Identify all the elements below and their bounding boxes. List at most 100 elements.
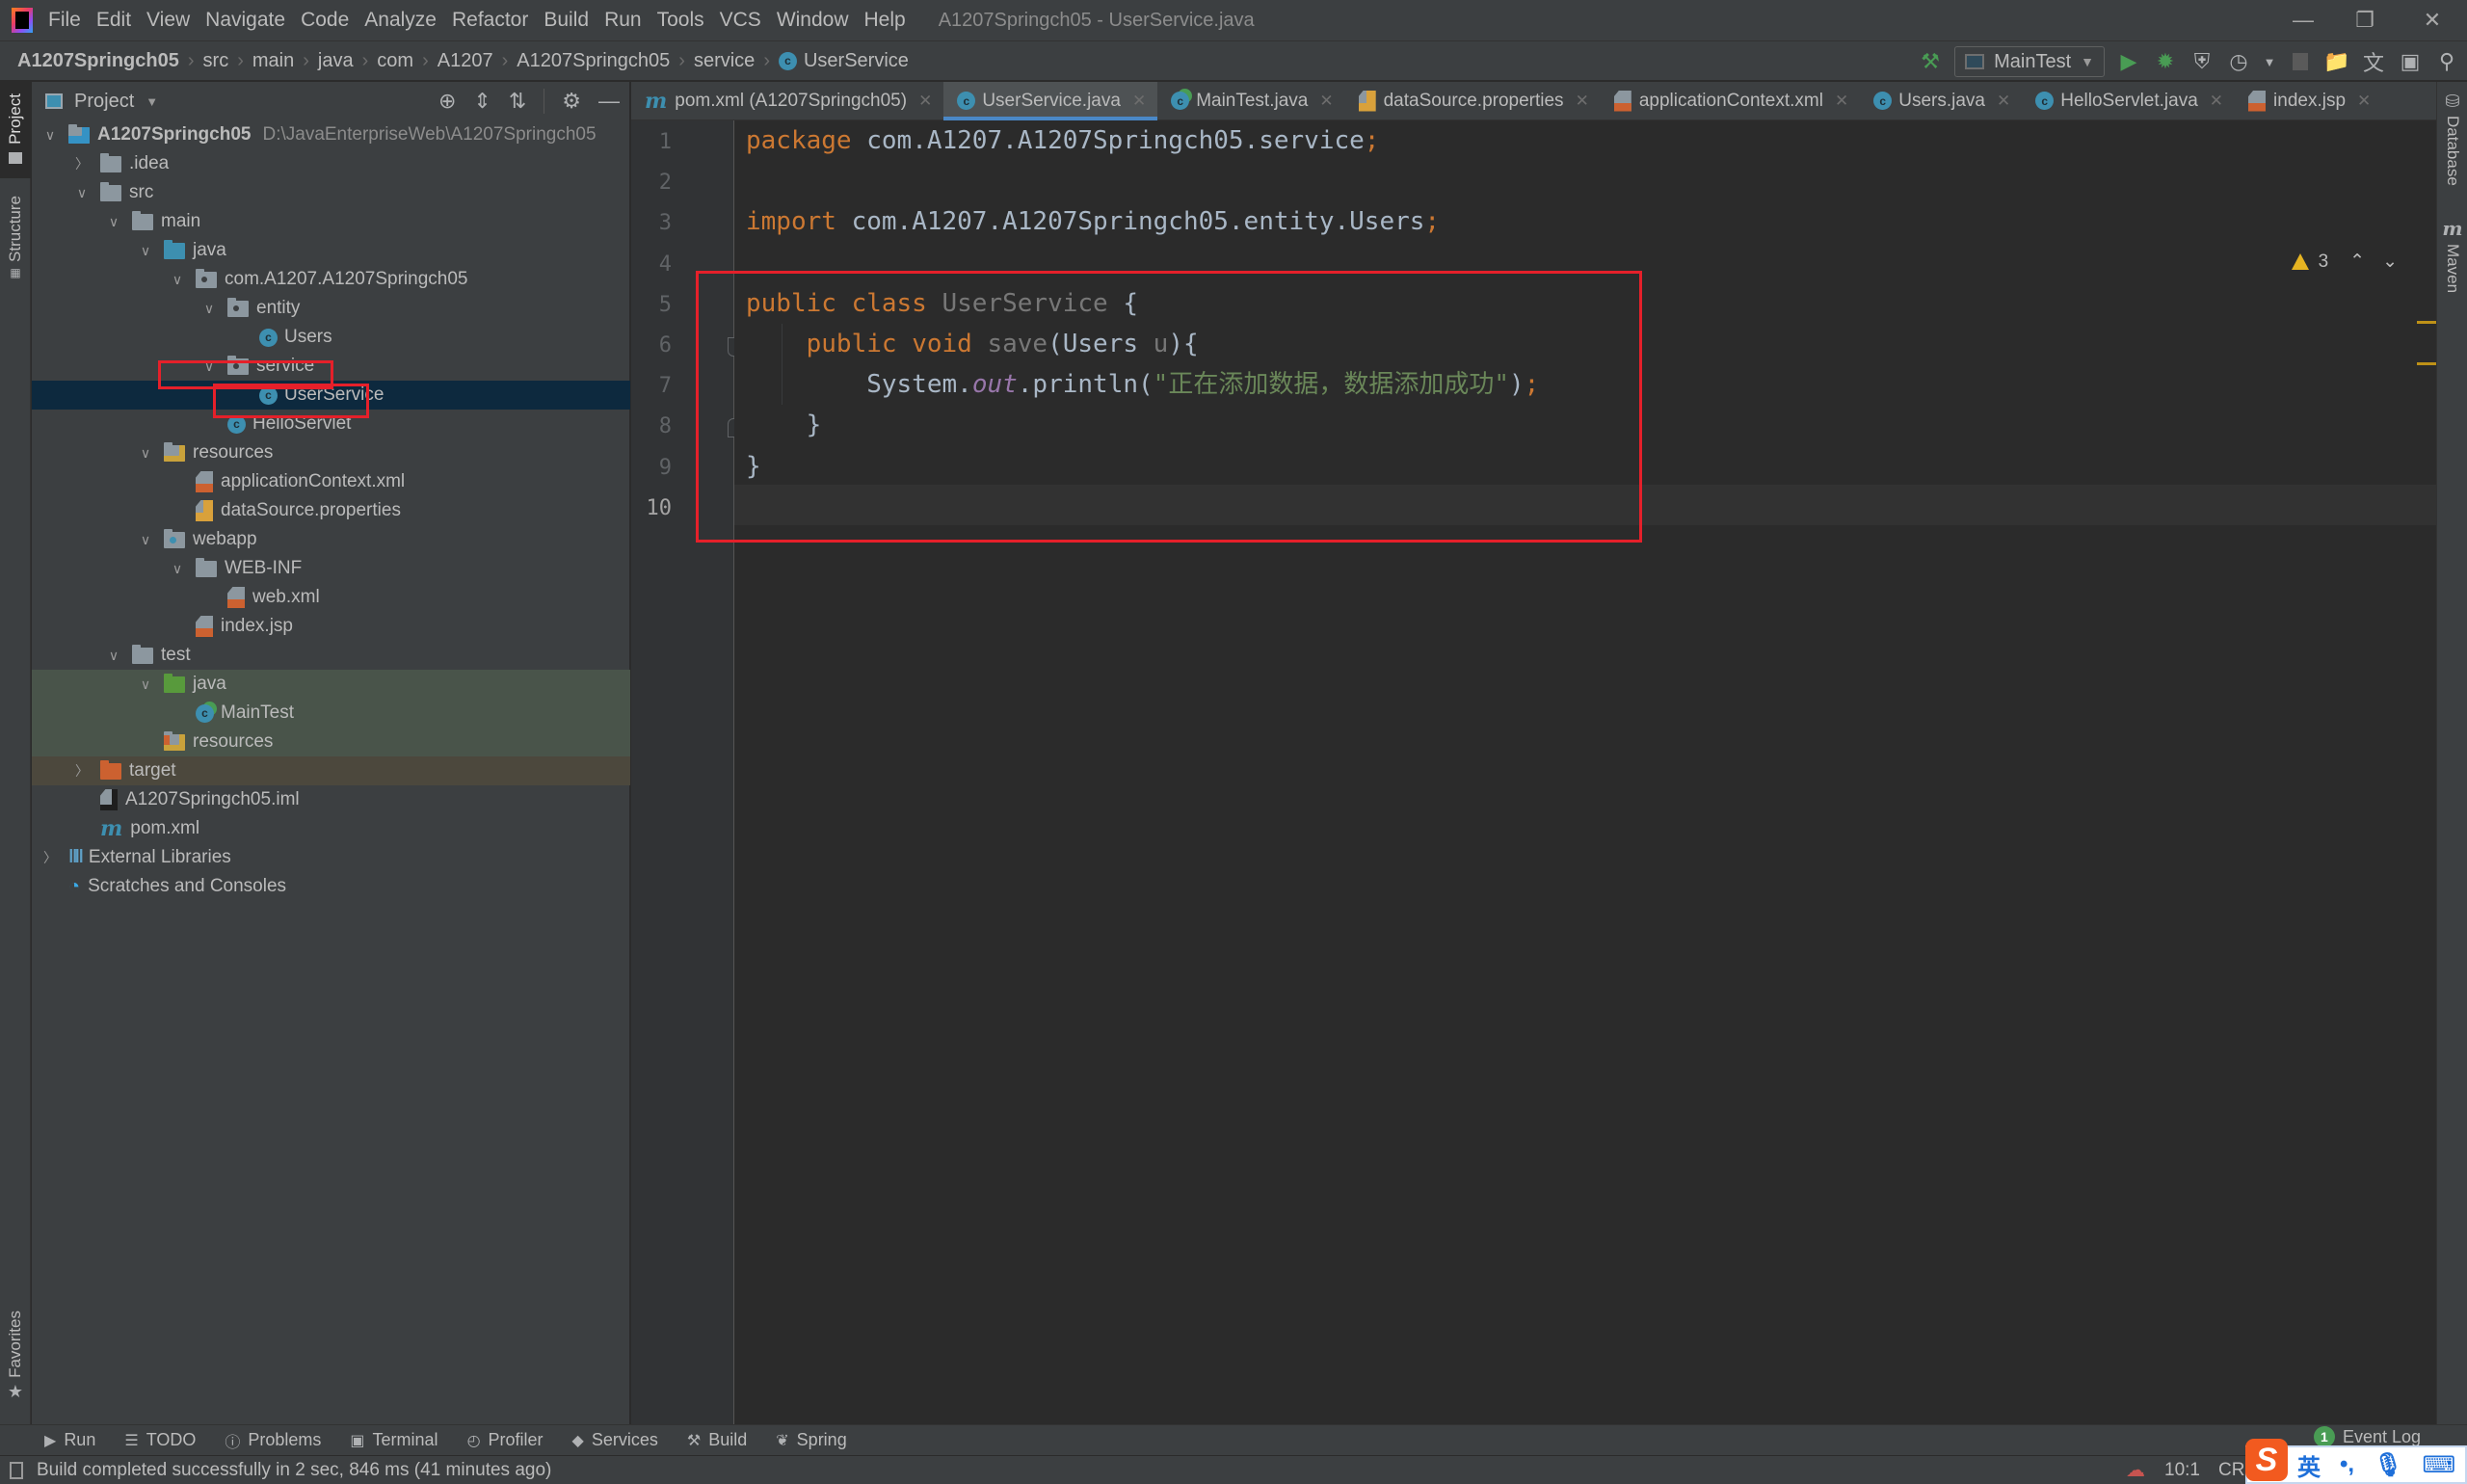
tree-item-com-a1207-a1207springch05[interactable]: ∨ com.A1207.A1207Springch05	[32, 265, 630, 294]
error-reporter-icon[interactable]: ☁	[2126, 1458, 2145, 1482]
keyboard-icon[interactable]: ⌨	[2423, 1451, 2456, 1479]
close-tab-icon[interactable]: ✕	[2357, 92, 2371, 111]
chevron-down-icon[interactable]: ∨	[105, 214, 122, 230]
gear-icon[interactable]: ⚙	[562, 89, 581, 114]
chevron-down-icon[interactable]: ∨	[137, 445, 154, 462]
tab-userservice-java[interactable]: c UserService.java ✕	[943, 81, 1158, 120]
menu-vcs[interactable]: VCS	[720, 9, 761, 32]
search-everywhere-icon[interactable]: ⚲	[2434, 49, 2459, 74]
menu-refactor[interactable]: Refactor	[452, 9, 528, 32]
translate-icon[interactable]: 文	[2361, 49, 2386, 75]
breadcrumb-item[interactable]: com	[377, 50, 413, 72]
close-button[interactable]: ✕	[2403, 0, 2461, 40]
debug-icon[interactable]: ✹	[2153, 49, 2178, 74]
tree-item--idea[interactable]: 〉 .idea	[32, 149, 630, 178]
close-tab-icon[interactable]: ✕	[918, 92, 932, 111]
minimize-button[interactable]: —	[2274, 0, 2332, 40]
tree-item-main[interactable]: ∨ main	[32, 207, 630, 236]
chevron-down-icon[interactable]: ∨	[137, 243, 154, 259]
tree-item-pom-xml[interactable]: ›mpom.xml	[32, 814, 630, 843]
profile-icon[interactable]: ◷	[2226, 49, 2251, 74]
chevron-down-icon[interactable]: ∨	[200, 358, 218, 375]
tool-window-todo[interactable]: ☰ TODO	[124, 1430, 196, 1450]
breadcrumb-item[interactable]: A1207	[438, 50, 493, 72]
tab-structure[interactable]: Structure ▦	[0, 196, 31, 311]
menu-tools[interactable]: Tools	[657, 9, 704, 32]
chevron-down-icon[interactable]: ∨	[169, 561, 186, 577]
tree-item-userservice[interactable]: ›cUserService	[32, 381, 630, 410]
build-hammer-icon[interactable]: ⚒	[1918, 49, 1943, 74]
tab-pom-xml-a1207springch05-[interactable]: m pom.xml (A1207Springch05) ✕	[631, 82, 943, 120]
tree-item-webapp[interactable]: ∨ webapp	[32, 525, 630, 554]
close-tab-icon[interactable]: ✕	[1997, 92, 2010, 111]
tab-project[interactable]: Project	[0, 82, 31, 178]
tab-favorites[interactable]: Favorites ★	[0, 1311, 31, 1417]
chevron-down-icon[interactable]: ∨	[169, 272, 186, 288]
locate-icon[interactable]: ⊕	[438, 89, 456, 114]
tree-item-java[interactable]: ∨ java	[32, 670, 630, 699]
chevron-down-icon[interactable]: ∨	[200, 301, 218, 317]
run-configuration-select[interactable]: MainTest ▼	[1954, 46, 2105, 77]
tree-item-external-libraries[interactable]: 〉 ‖‖ External Libraries	[32, 843, 630, 872]
tree-item-datasource-properties[interactable]: ›dataSource.properties	[32, 496, 630, 525]
tree-item-resources[interactable]: ∨ resources	[32, 438, 630, 467]
tree-item-helloservlet[interactable]: ›cHelloServlet	[32, 410, 630, 438]
chevron-down-icon[interactable]: ∨	[41, 127, 59, 144]
previous-highlight-icon[interactable]: ⌃	[2349, 251, 2365, 273]
tree-item-maintest[interactable]: ›cMainTest	[32, 699, 630, 728]
breadcrumb-item[interactable]: service	[694, 50, 755, 72]
tab-helloservlet-java[interactable]: c HelloServlet.java ✕	[2022, 82, 2235, 120]
tree-item-scratches-and-consoles[interactable]: ›◔Scratches and Consoles	[32, 872, 630, 901]
tree-item-applicationcontext-xml[interactable]: ›applicationContext.xml	[32, 467, 630, 496]
tab-maintest-java[interactable]: c MainTest.java ✕	[1157, 82, 1344, 120]
menu-edit[interactable]: Edit	[96, 9, 131, 32]
warning-stripe-mark[interactable]	[2417, 362, 2436, 365]
menu-code[interactable]: Code	[301, 9, 349, 32]
warning-stripe-mark[interactable]	[2417, 321, 2436, 324]
tab-index-jsp[interactable]: index.jsp ✕	[2235, 82, 2382, 120]
close-tab-icon[interactable]: ✕	[1132, 92, 1146, 111]
tree-item-test[interactable]: ∨ test	[32, 641, 630, 670]
chevron-down-icon[interactable]: ▼	[2263, 49, 2276, 74]
caret-position[interactable]: 10:1	[2164, 1460, 2200, 1481]
tree-item-a1207springch05-iml[interactable]: ›A1207Springch05.iml	[32, 785, 630, 814]
close-tab-icon[interactable]: ✕	[2210, 92, 2223, 111]
tree-item-index-jsp[interactable]: ›index.jsp	[32, 612, 630, 641]
breadcrumb-item[interactable]: src	[203, 50, 229, 72]
tool-window-terminal[interactable]: ▣ Terminal	[350, 1430, 438, 1450]
close-tab-icon[interactable]: ✕	[1576, 92, 1589, 111]
menu-window[interactable]: Window	[777, 9, 849, 32]
menu-file[interactable]: File	[48, 9, 81, 32]
restore-button[interactable]: ❐	[2336, 0, 2394, 40]
menu-run[interactable]: Run	[604, 9, 642, 32]
expand-all-icon[interactable]: ⇕	[473, 89, 491, 114]
menu-analyze[interactable]: Analyze	[364, 9, 437, 32]
chevron-down-icon[interactable]: ∨	[137, 532, 154, 548]
tool-window-build[interactable]: ⚒ Build	[687, 1430, 747, 1450]
breadcrumb-item[interactable]: main	[252, 50, 294, 72]
chevron-down-icon[interactable]: ∨	[137, 676, 154, 693]
tab-maven[interactable]: m Maven	[2437, 217, 2467, 323]
tab-applicationcontext-xml[interactable]: applicationContext.xml ✕	[1601, 82, 1860, 120]
run-anything-icon[interactable]: ▣	[2398, 49, 2423, 74]
menu-help[interactable]: Help	[864, 9, 906, 32]
tool-window-problems[interactable]: ⓘ Problems	[225, 1429, 321, 1452]
tool-window-profiler[interactable]: ◴ Profiler	[467, 1430, 544, 1450]
chevron-down-icon[interactable]: ▼	[146, 94, 158, 109]
tree-item-service[interactable]: ∨ service	[32, 352, 630, 381]
microphone-icon[interactable]: 🎙	[2374, 1451, 2402, 1479]
tree-item-src[interactable]: ∨ src	[32, 178, 630, 207]
menu-navigate[interactable]: Navigate	[205, 9, 285, 32]
menu-view[interactable]: View	[146, 9, 190, 32]
breadcrumb-item[interactable]: java	[318, 50, 354, 72]
toggle-tool-windows-icon[interactable]	[10, 1461, 23, 1479]
stop-icon[interactable]	[2288, 49, 2313, 74]
tree-item-web-inf[interactable]: ∨ WEB-INF	[32, 554, 630, 583]
breadcrumb-item[interactable]: c UserService	[778, 50, 909, 72]
breadcrumb-item[interactable]: A1207Springch05	[517, 50, 670, 72]
tree-item-users[interactable]: ›cUsers	[32, 323, 630, 352]
event-log-button[interactable]: 1 Event Log	[2313, 1426, 2421, 1447]
tree-item-a1207springch05[interactable]: ∨ A1207Springch05 D:\JavaEnterpriseWeb\A12…	[32, 120, 630, 149]
tool-window-spring[interactable]: ❦ Spring	[776, 1430, 846, 1450]
status-message[interactable]: Build completed successfully in 2 sec, 8…	[37, 1460, 551, 1481]
